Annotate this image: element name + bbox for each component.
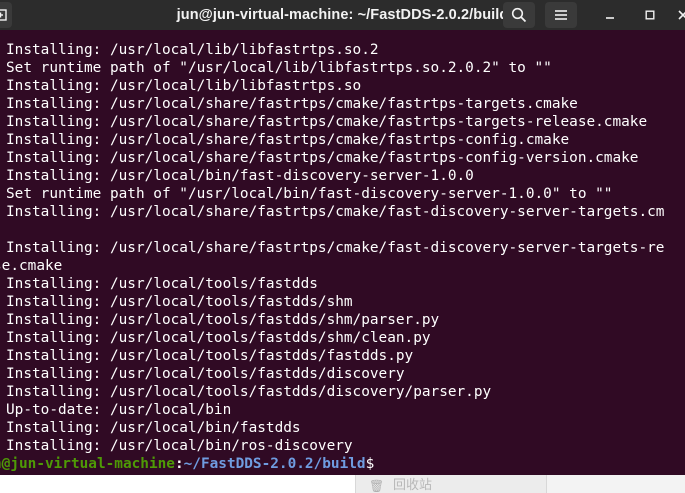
window-title: jun@jun-virtual-machine: ~/FastDDS-2.0.2… — [176, 7, 509, 23]
terminal-line: Installing: /usr/local/share/fastrtps/cm… — [6, 132, 570, 148]
terminal-line: Installing: /usr/local/share/fastrtps/cm… — [6, 204, 665, 220]
terminal-line: Installing: /usr/local/tools/fastdds/dis… — [6, 366, 405, 382]
terminal-line: Installing: /usr/local/tools/fastdds/shm… — [6, 312, 440, 328]
terminal-line: Installing: /usr/local/share/fastrtps/cm… — [6, 240, 665, 256]
terminal-line: Installing: /usr/local/lib/libfastrtps.s… — [6, 78, 362, 94]
terminal-line: Set runtime path of "/usr/local/bin/fast… — [6, 186, 613, 202]
terminal-line: Installing: /usr/local/tools/fastdds/shm… — [6, 330, 431, 346]
trash-label: 回收站 — [393, 478, 433, 493]
close-icon — [678, 10, 685, 20]
minimize-button[interactable] — [600, 0, 620, 30]
search-button[interactable] — [503, 2, 535, 28]
terminal-line: Installing: /usr/local/tools/fastdds/dis… — [6, 384, 492, 400]
maximize-icon — [645, 10, 655, 20]
terminal-line: Installing: /usr/local/lib/libfastrtps.s… — [6, 42, 379, 58]
close-button[interactable] — [673, 0, 685, 30]
terminal-line: Installing: /usr/local/share/fastrtps/cm… — [6, 114, 648, 130]
terminal-line: Set runtime path of "/usr/local/lib/libf… — [6, 60, 552, 76]
terminal-line: Installing: /usr/local/tools/fastdds/fas… — [6, 348, 414, 364]
maximize-button[interactable] — [640, 0, 660, 30]
minimize-icon — [606, 17, 614, 19]
terminal-line: Installing: /usr/local/tools/fastdds — [6, 276, 318, 292]
hamburger-menu-icon — [555, 10, 567, 20]
prompt-user-host: n@jun-virtual-machine — [0, 456, 175, 472]
terminal-line: Installing: /usr/local/share/fastrtps/cm… — [6, 150, 639, 166]
terminal-line: se.cmake — [0, 258, 63, 274]
prompt-path: ~/FastDDS-2.0.2/build — [183, 456, 366, 472]
terminal-lines: Installing: /usr/local/lib/libfastrtps.s… — [0, 41, 665, 455]
menu-button[interactable] — [545, 2, 577, 28]
desktop-background: 🗑 回收站 — [0, 475, 685, 493]
terminal-line: Installing: /usr/local/bin/ros-discovery — [6, 438, 353, 454]
shell-prompt[interactable]: n@jun-virtual-machine:~/FastDDS-2.0.2/bu… — [0, 455, 374, 473]
terminal-line: Installing: /usr/local/share/fastrtps/cm… — [6, 96, 578, 112]
terminal-line: Installing: /usr/local/bin/fastdds — [6, 420, 301, 436]
terminal-line: Up-to-date: /usr/local/bin — [6, 402, 232, 418]
desktop-area — [0, 475, 355, 493]
terminal-line: Installing: /usr/local/tools/fastdds/shm — [6, 294, 353, 310]
terminal-window: jun@jun-virtual-machine: ~/FastDDS-2.0.2… — [0, 0, 685, 493]
prompt-symbol: $ — [365, 456, 375, 472]
terminal-line: Installing: /usr/local/bin/fast-discover… — [6, 168, 474, 184]
terminal-output[interactable]: Installing: /usr/local/lib/libfastrtps.s… — [0, 30, 685, 475]
trash-icon: 🗑 — [369, 479, 385, 493]
prompt-colon: : — [174, 456, 184, 472]
search-icon — [511, 7, 527, 23]
background-context-menu: 🗑 回收站 — [355, 475, 547, 493]
title-bar[interactable]: jun@jun-virtual-machine: ~/FastDDS-2.0.2… — [0, 0, 685, 30]
